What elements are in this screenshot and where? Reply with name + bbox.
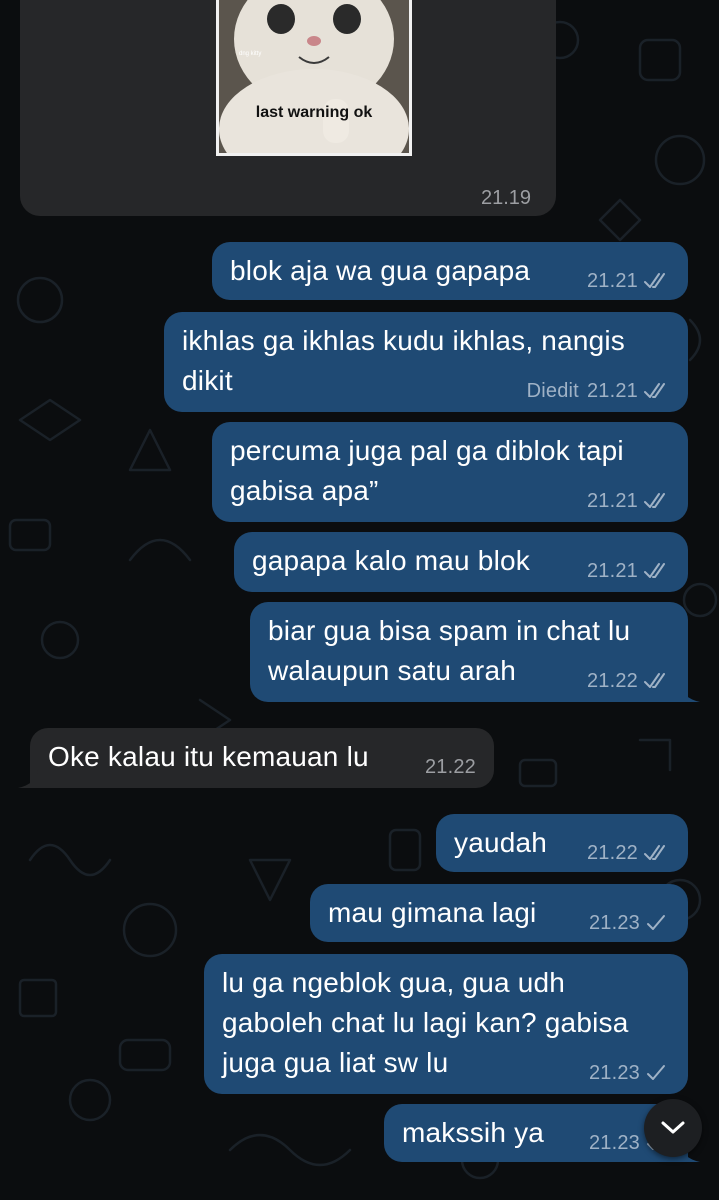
message-meta: 21.19 xyxy=(481,186,531,210)
outgoing-message[interactable]: percuma juga pal ga diblok tapi gabisa a… xyxy=(212,422,688,522)
message-meta: 21.21 xyxy=(587,489,670,513)
message-time: 21.21 xyxy=(586,380,638,402)
message-meta: 21.22 xyxy=(587,669,670,693)
outgoing-message[interactable]: mau gimana lagi 21.23 xyxy=(310,884,688,942)
message-time: 21.21 xyxy=(586,560,638,582)
message-text: percuma juga pal ga diblok tapi gabisa a… xyxy=(230,435,624,506)
message-time: 21.22 xyxy=(424,756,476,778)
message-meta: 21.21 xyxy=(587,559,670,583)
message-time: 21.22 xyxy=(586,842,638,864)
outgoing-message[interactable]: ikhlas ga ikhlas kudu ikhlas, nangis dik… xyxy=(164,312,688,412)
scroll-to-bottom-button[interactable] xyxy=(644,1099,702,1157)
message-meta: 21.22 xyxy=(425,755,476,779)
incoming-message[interactable]: Oke kalau itu kemauan lu 21.22 xyxy=(18,728,494,788)
message-meta: 21.23 xyxy=(589,911,666,935)
cat-sticker[interactable]: dng kitty last warning ok xyxy=(216,0,412,156)
incoming-sticker-bubble[interactable]: dng kitty last warning ok 21.19 xyxy=(20,0,556,216)
double-check-icon xyxy=(644,673,665,688)
message-text: lu ga ngeblok gua, gua udh gaboleh chat … xyxy=(222,967,629,1078)
message-text: yaudah xyxy=(454,827,548,858)
message-time: 21.23 xyxy=(588,912,640,934)
message-text: biar gua bisa spam in chat lu walaupun s… xyxy=(268,615,631,686)
outgoing-message[interactable]: makssih ya 21.23 xyxy=(384,1104,700,1162)
single-check-icon xyxy=(647,915,665,930)
outgoing-message[interactable]: blok aja wa gua gapapa 21.21 xyxy=(212,242,688,300)
message-time: 21.22 xyxy=(586,670,638,692)
message-text: gapapa kalo mau blok xyxy=(252,545,530,576)
message-text: mau gimana lagi xyxy=(328,897,537,928)
message-text: makssih ya xyxy=(402,1117,545,1148)
single-check-icon xyxy=(647,1065,665,1080)
double-check-icon xyxy=(644,845,665,860)
message-time: 21.23 xyxy=(588,1132,640,1154)
sticker-watermark: dng kitty xyxy=(239,51,261,57)
message-meta: Diedit 21.21 xyxy=(527,379,670,403)
outgoing-message[interactable]: biar gua bisa spam in chat lu walaupun s… xyxy=(250,602,700,702)
outgoing-message[interactable]: yaudah 21.22 xyxy=(436,814,688,872)
bubble-tail xyxy=(18,770,38,788)
double-check-icon xyxy=(644,493,665,508)
outgoing-message[interactable]: lu ga ngeblok gua, gua udh gaboleh chat … xyxy=(204,954,688,1094)
message-meta: 21.22 xyxy=(587,841,670,865)
message-meta: 21.21 xyxy=(587,269,670,293)
message-time: 21.21 xyxy=(586,490,638,512)
chat-thread: dng kitty last warning ok 21.19 blok aja… xyxy=(0,0,719,1200)
double-check-icon xyxy=(644,273,665,288)
bubble-tail xyxy=(680,684,700,702)
message-time: 21.23 xyxy=(588,1062,640,1084)
cat-sticker-image: dng kitty xyxy=(219,0,409,153)
edited-label: Diedit xyxy=(526,380,579,402)
double-check-icon xyxy=(644,383,665,398)
chevron-down-icon xyxy=(661,1121,685,1134)
message-time: 21.19 xyxy=(481,187,532,209)
message-text: blok aja wa gua gapapa xyxy=(230,255,531,286)
message-meta: 21.23 xyxy=(589,1061,666,1085)
message-text: Oke kalau itu kemauan lu xyxy=(48,741,369,772)
double-check-icon xyxy=(644,563,665,578)
outgoing-message[interactable]: gapapa kalo mau blok 21.21 xyxy=(234,532,688,592)
message-time: 21.21 xyxy=(586,270,638,292)
sticker-caption: last warning ok xyxy=(255,104,373,121)
